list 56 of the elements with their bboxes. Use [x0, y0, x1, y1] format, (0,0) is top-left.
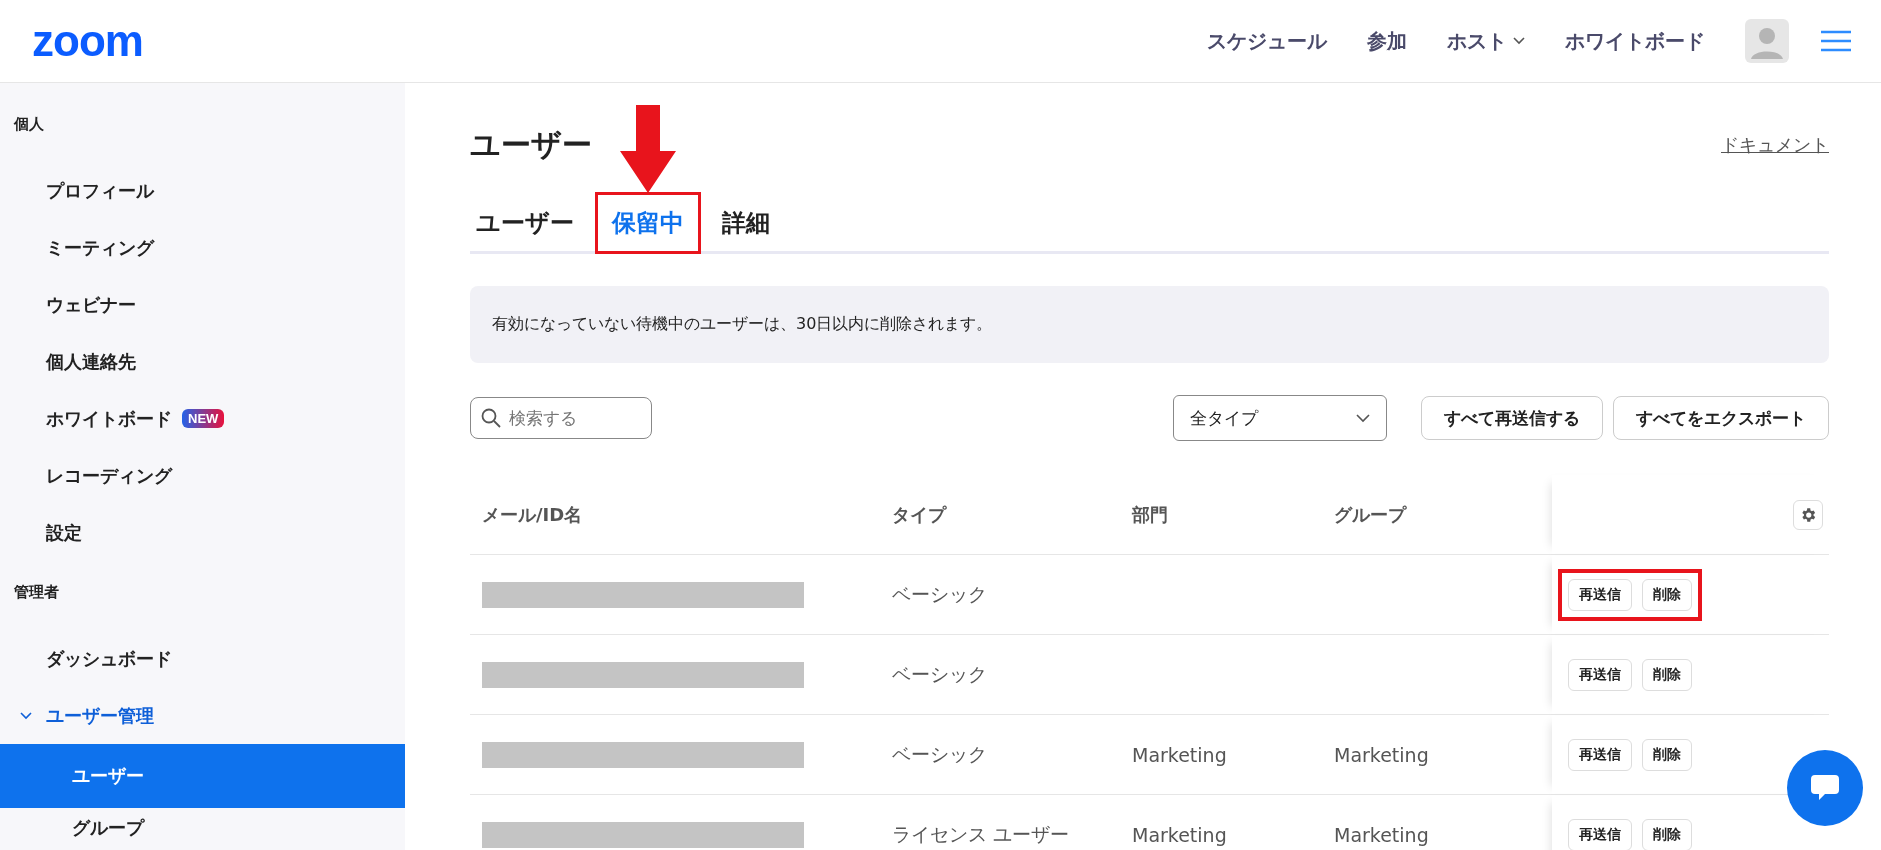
row-button[interactable]: 削除	[1642, 738, 1692, 771]
sidebar-item[interactable]: 個人連絡先	[0, 333, 405, 390]
sidebar-item[interactable]: ミーティング	[0, 219, 405, 276]
chevron-down-icon	[1513, 37, 1525, 45]
sidebar-item[interactable]: ユーザー管理	[0, 687, 405, 744]
sidebar-item[interactable]: ウェビナー	[0, 276, 405, 333]
sidebar-item[interactable]: ダッシュボード	[0, 630, 405, 687]
row-button[interactable]: 削除	[1642, 578, 1692, 611]
table-cell: Marketing	[1334, 743, 1429, 766]
tab[interactable]: 保留中	[598, 195, 698, 251]
row-button[interactable]: 削除	[1642, 818, 1692, 850]
logo[interactable]: zoom	[32, 19, 143, 63]
table-cell-text: ベーシック	[892, 581, 987, 607]
section-title: 個人	[12, 114, 45, 135]
search-icon	[481, 408, 501, 428]
column-header: グループ	[1333, 502, 1408, 527]
tab[interactable]: 詳細	[716, 195, 776, 251]
column-header: 部門	[1131, 502, 1169, 527]
search-input[interactable]: 検索する	[507, 407, 641, 429]
sidebar-item[interactable]: ホワイトボード NEW	[0, 390, 405, 447]
sidebar-item[interactable]: グループ	[0, 808, 405, 848]
action-button[interactable]: すべて再送信する	[1421, 396, 1603, 440]
chevron-down-icon	[1356, 413, 1370, 423]
menu-icon	[1821, 30, 1851, 52]
notice-message: 有効になっていない待機中のユーザーは、30日以内に削除されます。	[470, 286, 1829, 363]
sidebar-item[interactable]: レコーディング	[0, 447, 405, 504]
row-button[interactable]: 再送信	[1568, 658, 1632, 691]
documentation-link[interactable]: ドキュメント	[1721, 133, 1829, 157]
settings-icon[interactable]	[1793, 499, 1823, 530]
chat-icon	[1811, 775, 1839, 801]
nav-link[interactable]: ホスト	[1447, 27, 1525, 55]
column-header: メール/ID名	[481, 502, 584, 527]
row-button[interactable]: 削除	[1642, 658, 1692, 691]
action-button[interactable]: すべてをエクスポート	[1613, 396, 1829, 440]
table-cell: Marketing	[1334, 823, 1429, 846]
sidebar-item[interactable]: ユーザー	[0, 744, 405, 808]
row-button[interactable]: 再送信	[1568, 578, 1632, 611]
type-dropdown[interactable]: 全タイプ	[1173, 395, 1387, 441]
tab[interactable]: ユーザー	[470, 195, 580, 251]
table-cell: Marketing	[1132, 743, 1227, 766]
sidebar-item[interactable]: プロフィール	[0, 162, 405, 219]
page-title: ユーザー	[470, 125, 592, 164]
sidebar-item[interactable]: 設定	[0, 504, 405, 561]
row-button[interactable]: 再送信	[1568, 818, 1632, 850]
table-cell-text: ライセンス ユーザー	[892, 821, 1070, 847]
section-title: 管理者	[13, 582, 60, 603]
table-cell-text: ベーシック	[892, 661, 987, 687]
table-cell-text: ベーシック	[892, 741, 987, 767]
row-button[interactable]: 再送信	[1568, 738, 1632, 771]
new-badge: NEW	[182, 409, 225, 428]
nav-link[interactable]: スケジュール	[1207, 27, 1327, 55]
column-header: タイプ	[891, 502, 948, 527]
table-cell: Marketing	[1132, 823, 1227, 846]
search-field[interactable]: 検索する	[470, 397, 652, 439]
nav-link[interactable]: 参加	[1367, 27, 1407, 55]
nav-link[interactable]: ホワイトボード	[1565, 27, 1705, 55]
